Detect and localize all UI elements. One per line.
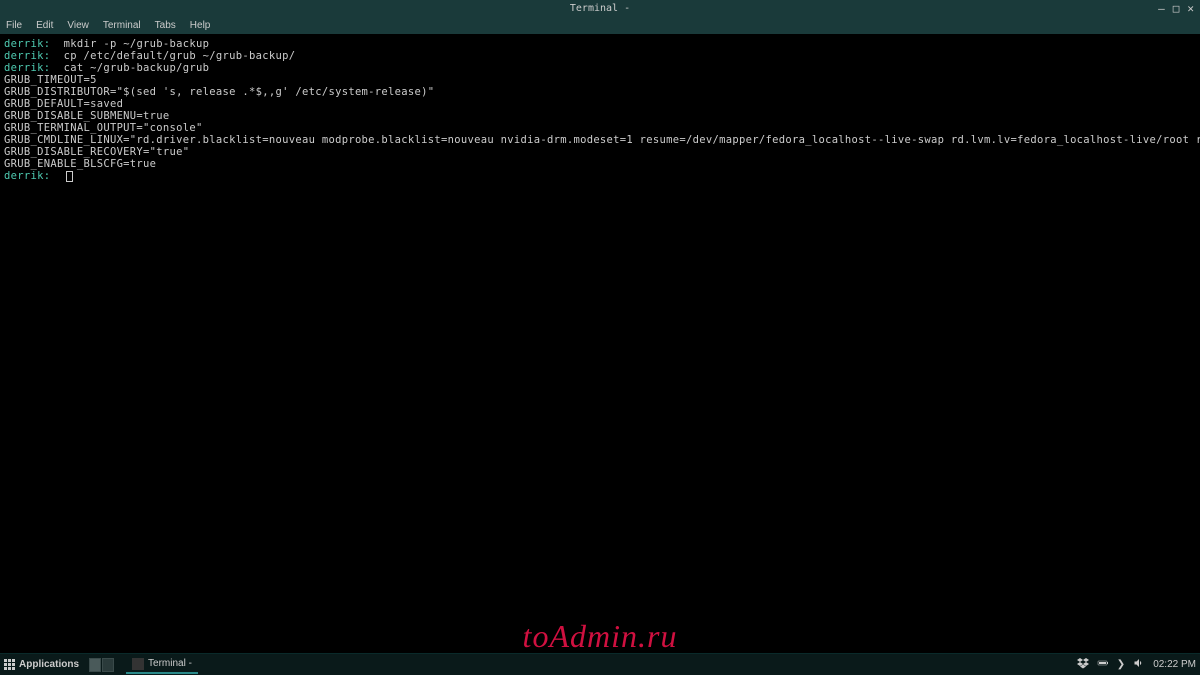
terminal-line: GRUB_DISTRIBUTOR="$(sed 's, release .*$,… [4,86,1196,98]
minimize-button[interactable]: — [1156,2,1167,15]
clock[interactable]: 02:22 PM [1153,659,1196,670]
terminal-line: GRUB_DISABLE_RECOVERY="true" [4,146,1196,158]
applications-label: Applications [19,659,79,670]
workspace-2[interactable] [102,658,114,672]
menu-help[interactable]: Help [190,20,211,31]
terminal-line: derrik: mkdir -p ~/grub-backup [4,38,1196,50]
window-titlebar: Terminal - — □ ✕ [0,0,1200,16]
window-controls: — □ ✕ [1156,2,1196,15]
terminal-line: derrik: [4,170,1196,182]
cursor [66,171,73,182]
workspace-1[interactable] [89,658,101,672]
menu-view[interactable]: View [67,20,89,31]
watermark: toAdmin.ru [523,618,678,655]
menu-file[interactable]: File [6,20,22,31]
window-title: Terminal - [570,3,630,14]
applications-button[interactable]: Applications [4,659,79,670]
terminal-line: GRUB_TIMEOUT=5 [4,74,1196,86]
terminal-line: GRUB_ENABLE_BLSCFG=true [4,158,1196,170]
dropbox-icon[interactable] [1077,657,1089,672]
terminal-line: GRUB_DEFAULT=saved [4,98,1196,110]
terminal-line: GRUB_DISABLE_SUBMENU=true [4,110,1196,122]
menu-edit[interactable]: Edit [36,20,53,31]
taskbar: Applications Terminal - ❯ 02:22 PM [0,653,1200,675]
terminal-line: GRUB_CMDLINE_LINUX="rd.driver.blacklist=… [4,134,1196,146]
close-button[interactable]: ✕ [1185,2,1196,15]
terminal-output[interactable]: derrik: mkdir -p ~/grub-backupderrik: cp… [0,34,1200,186]
terminal-line: GRUB_TERMINAL_OUTPUT="console" [4,122,1196,134]
menu-tabs[interactable]: Tabs [155,20,176,31]
terminal-line: derrik: cp /etc/default/grub ~/grub-back… [4,50,1196,62]
apps-grid-icon [4,659,15,670]
maximize-button[interactable]: □ [1171,2,1182,15]
taskbar-item-terminal[interactable]: Terminal - [126,656,198,674]
volume-icon[interactable] [1133,657,1145,672]
terminal-line: derrik: cat ~/grub-backup/grub [4,62,1196,74]
chevron-right-icon[interactable]: ❯ [1117,659,1125,670]
taskbar-item-label: Terminal - [148,658,192,669]
workspace-switcher[interactable] [89,658,114,672]
menu-terminal[interactable]: Terminal [103,20,141,31]
menubar: File Edit View Terminal Tabs Help [0,16,1200,34]
taskbar-left: Applications Terminal - [4,656,198,674]
battery-icon[interactable] [1097,657,1109,672]
terminal-icon [132,658,144,670]
taskbar-right: ❯ 02:22 PM [1077,657,1196,672]
